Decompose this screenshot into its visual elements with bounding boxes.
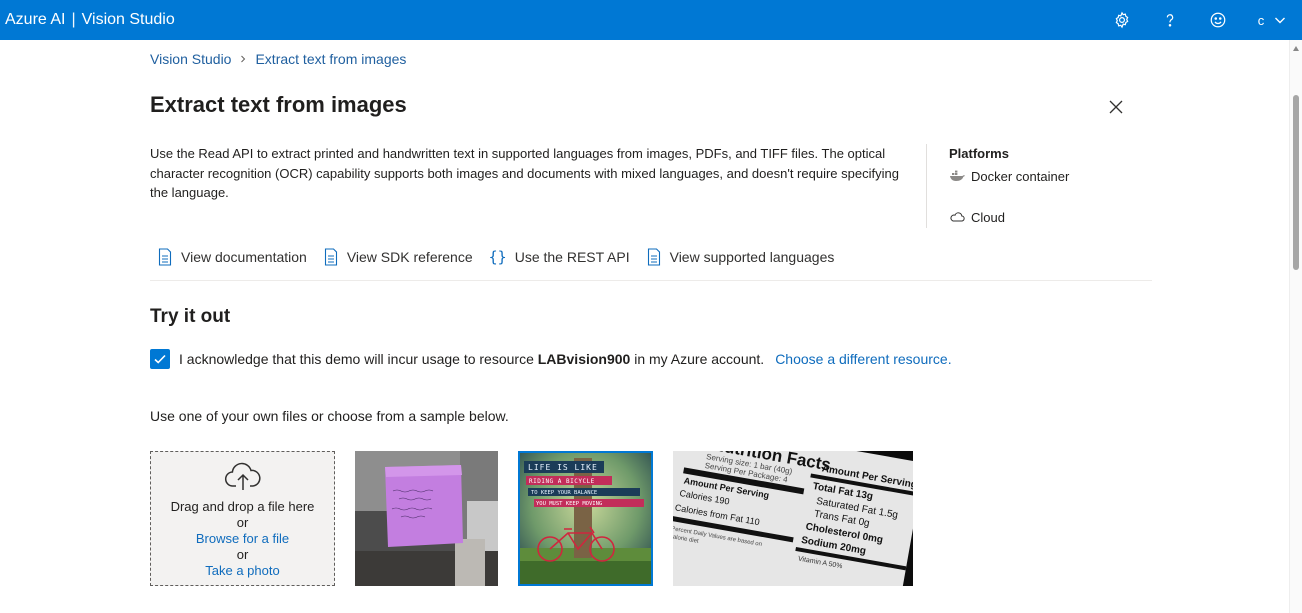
platform-docker-label: Docker container xyxy=(971,168,1070,184)
nutrition-facts-image: Nutrition Facts Serving size: 1 bar (40g… xyxy=(673,451,913,586)
code-braces-icon: {} xyxy=(488,248,507,266)
close-icon[interactable] xyxy=(1107,98,1125,116)
poster-line-2: RIDING A BICYCLE xyxy=(529,478,595,485)
acknowledge-checkbox[interactable] xyxy=(150,349,170,369)
page-title: Extract text from images xyxy=(150,92,407,117)
vertical-divider xyxy=(926,144,927,228)
use-rest-api-link[interactable]: {} Use the REST API xyxy=(489,248,630,266)
gear-icon xyxy=(1115,11,1129,29)
scroll-up-arrow-icon[interactable] xyxy=(1293,46,1299,51)
acknowledge-text: I acknowledge that this demo will incur … xyxy=(179,351,764,367)
platform-cloud: Cloud xyxy=(949,207,1069,227)
help-icon xyxy=(1166,14,1174,27)
document-icon xyxy=(324,248,337,266)
settings-button[interactable] xyxy=(1098,0,1146,40)
docker-icon xyxy=(950,170,965,181)
chevron-right-icon xyxy=(241,55,246,63)
top-bar: Azure AI | Vision Studio c xyxy=(0,0,1302,40)
sample-image-bicycle-quote[interactable]: LIFE IS LIKE RIDING A BICYCLE TO KEEP YO… xyxy=(518,451,653,586)
sample-image-nutrition-facts[interactable]: Nutrition Facts Serving size: 1 bar (40g… xyxy=(673,451,913,586)
view-sdk-reference-label: View SDK reference xyxy=(346,249,473,265)
poster-line-3: TO KEEP YOUR BALANCE xyxy=(531,490,597,496)
help-button[interactable] xyxy=(1146,0,1194,40)
document-icon xyxy=(158,248,172,266)
choose-different-resource-link[interactable]: Choose a different resource. xyxy=(775,351,951,367)
brand-separator: | xyxy=(71,11,76,28)
view-sdk-reference-link[interactable]: View SDK reference xyxy=(323,248,473,266)
checkmark-icon xyxy=(154,354,166,364)
poster-line-4: YOU MUST KEEP MOVING xyxy=(536,501,602,507)
ack-suffix: in my Azure account. xyxy=(634,351,765,367)
platforms-title: Platforms xyxy=(949,146,1009,161)
scrollbar-thumb[interactable] xyxy=(1293,95,1299,270)
brand-azure-ai: Azure AI xyxy=(5,11,66,28)
chevron-down-icon xyxy=(1275,17,1286,24)
feedback-button[interactable] xyxy=(1194,0,1242,40)
brand-vision-studio: Vision Studio xyxy=(81,11,175,28)
account-initial: c xyxy=(1257,12,1265,28)
use-own-files-text: Use one of your own files or choose from… xyxy=(150,408,509,424)
cloud-upload-icon xyxy=(224,462,261,490)
breadcrumb-vision-studio[interactable]: Vision Studio xyxy=(150,51,231,67)
try-it-out-title: Try it out xyxy=(150,306,231,327)
platform-cloud-label: Cloud xyxy=(971,209,1005,225)
view-documentation-link[interactable]: View documentation xyxy=(157,248,307,266)
breadcrumb: Vision Studio Extract text from images xyxy=(150,51,406,67)
platform-docker: Docker container xyxy=(949,166,1069,186)
view-supported-languages-link[interactable]: View supported languages xyxy=(646,248,835,266)
view-documentation-label: View documentation xyxy=(181,249,307,265)
account-menu-button[interactable]: c xyxy=(1242,0,1302,40)
browse-file-link[interactable]: Browse for a file xyxy=(196,531,289,547)
acknowledge-row: I acknowledge that this demo will incur … xyxy=(150,349,952,369)
view-supported-languages-label: View supported languages xyxy=(669,249,835,265)
section-divider xyxy=(150,280,1152,281)
or-text: or xyxy=(236,547,249,562)
feedback-smiley-icon xyxy=(1210,12,1226,28)
ack-prefix: I acknowledge that this demo will incur … xyxy=(179,351,534,367)
use-rest-api-label: Use the REST API xyxy=(514,249,630,265)
sticky-note-image xyxy=(355,451,498,586)
document-icon xyxy=(647,248,660,266)
breadcrumb-extract-text[interactable]: Extract text from images xyxy=(255,51,406,67)
file-drop-zone[interactable]: Drag and drop a file here or Browse for … xyxy=(150,451,335,586)
or-text: or xyxy=(236,515,249,530)
platforms-panel: Platforms Docker container Cloud xyxy=(949,146,1069,227)
bicycle-quote-image: LIFE IS LIKE RIDING A BICYCLE TO KEEP YO… xyxy=(520,453,651,584)
take-photo-link[interactable]: Take a photo xyxy=(205,563,279,579)
resource-links: View documentation View SDK reference {}… xyxy=(157,248,850,266)
app-brand[interactable]: Azure AI | Vision Studio xyxy=(5,11,175,29)
drag-drop-text: Drag and drop a file here xyxy=(170,499,315,514)
poster-line-1: LIFE IS LIKE xyxy=(528,463,598,472)
vertical-scrollbar[interactable] xyxy=(1289,40,1302,613)
sample-image-sticky-note[interactable] xyxy=(355,451,498,586)
page-description: Use the Read API to extract printed and … xyxy=(150,146,899,200)
cloud-icon xyxy=(950,212,965,222)
resource-name: LABvision900 xyxy=(537,351,631,367)
